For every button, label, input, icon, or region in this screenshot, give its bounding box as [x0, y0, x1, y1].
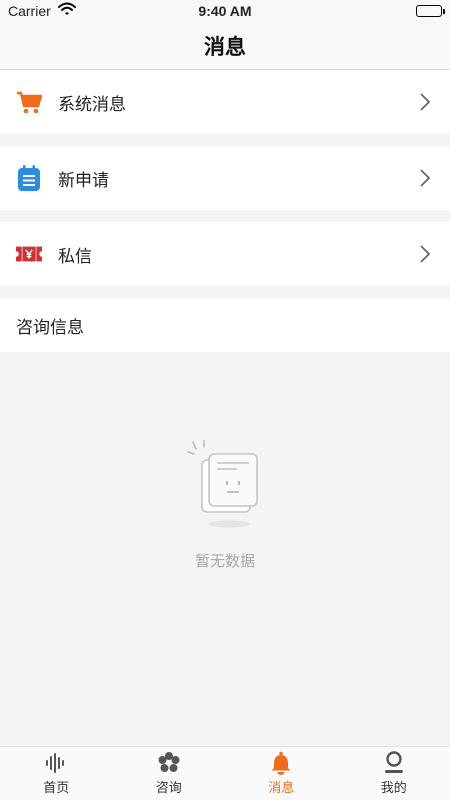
chevron-right-icon [418, 244, 432, 264]
nav-bar: 消息 [0, 22, 450, 70]
user-icon [382, 751, 406, 775]
battery-icon [416, 5, 445, 17]
yen-ticket-icon [16, 241, 42, 267]
empty-document-icon [185, 439, 265, 536]
menu-item-label: 新申请 [58, 170, 109, 191]
tab-label: 首页 [43, 781, 70, 796]
status-time: 9:40 AM [198, 3, 252, 19]
empty-state-text: 暂无数据 [194, 552, 255, 570]
section-header-consultation: 咨询信息 [0, 298, 450, 352]
status-bar: Carrier 9:40 AM [0, 0, 450, 22]
tab-profile[interactable]: 我的 [338, 747, 450, 800]
notepad-icon [16, 165, 42, 191]
tab-label: 我的 [380, 781, 407, 796]
bell-icon [269, 751, 293, 775]
tab-home[interactable]: 首页 [0, 747, 113, 800]
tab-bar: 首页 咨询 消息 我的 [0, 746, 450, 800]
sound-bars-icon [44, 751, 68, 775]
flower-icon [157, 751, 181, 775]
tab-label: 咨询 [155, 781, 182, 796]
tab-messages[interactable]: 消息 [225, 747, 338, 800]
menu-item-label: 系统消息 [58, 94, 126, 115]
chevron-right-icon [418, 168, 432, 188]
shopping-cart-icon [16, 89, 42, 115]
menu-item-system-messages[interactable]: 系统消息 [0, 70, 450, 134]
tab-consult[interactable]: 咨询 [113, 747, 226, 800]
menu-item-new-requests[interactable]: 新申请 [0, 146, 450, 210]
chevron-right-icon [418, 92, 432, 112]
empty-state: 暂无数据 [0, 439, 450, 571]
menu-item-private-messages[interactable]: 私信 [0, 222, 450, 286]
tab-label: 消息 [268, 781, 295, 796]
page-title: 消息 [204, 34, 246, 59]
menu-item-label: 私信 [58, 246, 92, 267]
